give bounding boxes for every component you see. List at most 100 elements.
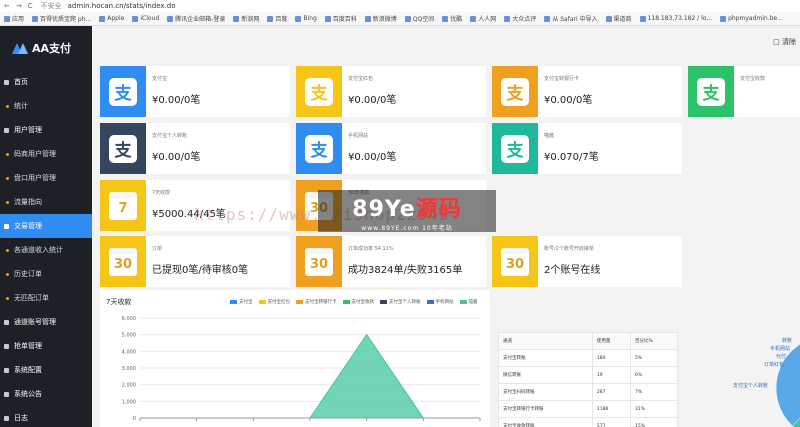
clear-button[interactable]: □ 清除 [773, 37, 796, 47]
bookmark-icon [32, 15, 39, 22]
card-label: 喵酱 [544, 133, 555, 139]
legend-item[interactable]: 支付宝个人转账 [380, 299, 421, 305]
sidebar-item-label: 盘口用户管理 [14, 174, 56, 182]
bookmark-item[interactable]: 新浪网 [233, 14, 259, 23]
stat-card: 支 支付宝红包 ¥0.00/0笔 [296, 66, 486, 117]
sidebar-item[interactable]: 盘口用户管理 [0, 166, 92, 190]
app-logo[interactable]: AA支付 [0, 26, 92, 70]
sidebar-item[interactable]: 各通道收入统计 [0, 238, 92, 262]
bookmark-label: QQ空间 [412, 16, 435, 23]
y-tick-label: 3,000 [122, 366, 136, 372]
sidebar-item-label: 系统配置 [14, 366, 42, 374]
bookmark-item[interactable]: 百度百科 [324, 14, 357, 23]
bookmark-icon [720, 15, 727, 22]
bookmark-icon [233, 15, 240, 22]
legend-item[interactable]: 喵酱 [459, 299, 478, 305]
bookmark-item[interactable]: 118.183.73.182 / lo... [639, 15, 713, 22]
bookmark-item[interactable]: 腾讯企业邮箱-登录 [167, 14, 225, 23]
sidebar-item[interactable]: 流量指向 [0, 190, 92, 214]
legend-item[interactable]: 支付宝转银行卡 [296, 299, 337, 305]
menu-icon [4, 391, 9, 397]
legend-item[interactable]: 支付宝 [230, 299, 253, 305]
table-cell: 19 [591, 366, 632, 384]
sidebar-item[interactable]: 抢单管理 [0, 334, 92, 358]
sidebar-item[interactable]: 用户管理 [0, 118, 92, 142]
bullet-icon [6, 272, 9, 276]
back-icon[interactable]: ← [4, 2, 10, 10]
bookmark-label: phpmyadmin.be... [728, 15, 783, 22]
pie-label: 订单红包 [764, 361, 784, 368]
table-row: 支付宝收款转账 577 15% [498, 417, 678, 427]
sidebar-item[interactable]: 统计 [0, 94, 92, 118]
bookmark-label: 百度 [275, 16, 288, 23]
security-indicator[interactable]: 不安全 [41, 1, 62, 11]
sidebar-item-label: 首页 [14, 78, 28, 86]
menu-icon [4, 415, 9, 421]
card-label: 支付宝个人转账 [152, 133, 188, 139]
bookmark-item[interactable]: iCloud [132, 15, 159, 22]
chart-panel: 7天收款 支付宝 支付宝红包 支付宝转银行卡 支付宝收款 支付宝个人转账 手机网站 喵酱 0… [100, 290, 490, 427]
card-icon-box: 支 [100, 123, 146, 174]
bookmark-item[interactable]: 百度 [267, 14, 287, 23]
table-cell: 支付宝转银行卡转账 [498, 400, 593, 418]
bookmark-label: 百得优质宝爬 ph... [40, 16, 92, 23]
bookmark-item[interactable]: Bing [295, 15, 317, 22]
table-cell: 7% [630, 383, 678, 401]
sidebar-item[interactable]: 通道账号管理 [0, 310, 92, 334]
bookmark-item[interactable]: 新浪微博 [364, 14, 397, 23]
card-icon-box: 30 [492, 236, 538, 287]
bookmark-item[interactable]: 百得优质宝爬 ph... [32, 14, 91, 23]
bookmark-item[interactable]: 渠道商 [605, 14, 632, 23]
legend-item[interactable]: 支付宝收款 [342, 299, 374, 305]
chart-legend: 支付宝 支付宝红包 支付宝转银行卡 支付宝收款 支付宝个人转账 手机网站 喵酱 [230, 299, 478, 305]
reload-icon[interactable]: C [28, 2, 33, 10]
bookmark-item[interactable]: 优酷 [442, 14, 462, 23]
sidebar-item[interactable]: 日志 [0, 406, 92, 427]
sidebar-item-label: 用户管理 [14, 126, 42, 134]
table-cell: 微信转账 [498, 366, 593, 384]
bookmark-item[interactable]: 应用 [4, 14, 24, 23]
table-cell: 1188 [591, 400, 632, 418]
card-value: 成功3824单/失败3165单 [348, 265, 463, 276]
sidebar-item-label: 各通道收入统计 [14, 246, 63, 254]
sidebar-item[interactable]: 系统配置 [0, 358, 92, 382]
forward-icon[interactable]: → [16, 2, 22, 10]
bookmark-item[interactable]: 从 Safari 中导入 [544, 14, 598, 23]
bookmark-item[interactable]: QQ空间 [404, 14, 435, 23]
sidebar-item[interactable]: 首页 [0, 70, 92, 94]
menu-icon [4, 319, 9, 325]
sidebar-item[interactable]: 无匹配订单 [0, 286, 92, 310]
sidebar-item-label: 流量指向 [14, 198, 42, 206]
sidebar-menu: 首页统计用户管理码商用户管理盘口用户管理 流量指向交易管理各通道收入统计历史订单无… [0, 70, 92, 427]
alipay-icon: 支 [109, 134, 137, 163]
url-field[interactable]: admin.hocan.cn/stats/index.do [68, 2, 176, 10]
bullet-icon [6, 248, 9, 252]
table-header: 百分比% [630, 332, 678, 350]
bullet-icon [6, 176, 9, 180]
legend-item[interactable]: 支付宝红包 [258, 299, 290, 305]
sidebar-item-label: 日志 [14, 414, 28, 422]
bookmark-label: 118.183.73.182 / lo... [647, 15, 713, 22]
table-cell: 180 [591, 349, 632, 367]
series-area[interactable] [140, 333, 480, 419]
bookmark-item[interactable]: Apple [99, 15, 124, 22]
y-tick-label: 6,000 [122, 316, 136, 322]
legend-item[interactable]: 手机网站 [426, 299, 454, 305]
sidebar-item[interactable]: 交易管理 [0, 214, 92, 238]
card-icon-box: 支 [296, 123, 342, 174]
bookmark-item[interactable]: phpmyadmin.be... [720, 15, 783, 22]
alipay-icon: 支 [501, 134, 529, 163]
legend-swatch [296, 300, 303, 304]
bookmark-label: 渠道商 [613, 16, 632, 23]
bookmark-item[interactable]: 大众点评 [504, 14, 536, 23]
table-cell: 支付宝扫码转账 [498, 383, 593, 401]
sidebar-item[interactable]: 历史订单 [0, 262, 92, 286]
bookmark-icon [324, 15, 331, 22]
sidebar-item[interactable]: 码商用户管理 [0, 142, 92, 166]
sidebar-item[interactable]: 系统公告 [0, 382, 92, 406]
bookmark-item[interactable]: 人人网 [470, 14, 496, 23]
stat-card: 支 喵酱 ¥0.070/7笔 [492, 123, 682, 174]
table-row: 支付宝转银行卡转账 1188 31% [498, 400, 678, 418]
bookmark-label: Bing [303, 15, 317, 22]
y-tick-label: 2,000 [122, 383, 136, 389]
